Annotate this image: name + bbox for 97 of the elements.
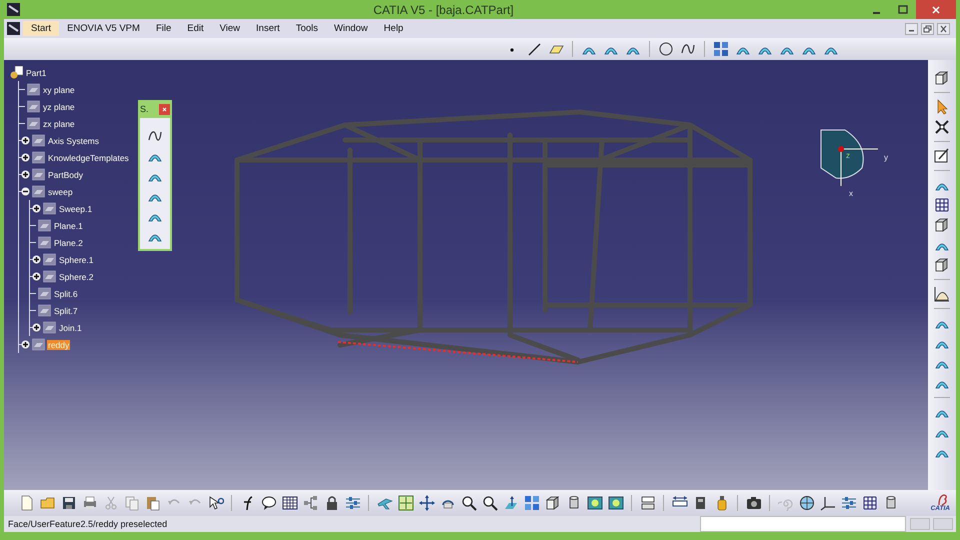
feature-icon [38, 287, 51, 300]
expand-icon[interactable] [21, 170, 30, 179]
app-icon[interactable] [7, 3, 20, 16]
help-icon[interactable] [208, 495, 224, 511]
tree-item[interactable]: Split.6 [53, 288, 79, 298]
feature-icon [32, 185, 45, 198]
camera-icon[interactable] [746, 495, 762, 511]
feature-icon [32, 338, 45, 351]
menu-item[interactable]: Tools [288, 21, 326, 36]
menu-item[interactable]: Window [326, 21, 376, 36]
feature-icon [32, 134, 45, 147]
minimize-icon[interactable] [905, 22, 918, 34]
tree-item[interactable]: sweep [47, 186, 74, 196]
feature-icon [43, 321, 56, 334]
tree-item[interactable]: Sphere.1 [58, 254, 94, 264]
tree-item[interactable]: zx plane [42, 118, 76, 128]
feature-icon [27, 117, 40, 130]
tree-icon[interactable] [302, 495, 318, 511]
printer-icon[interactable] [82, 495, 98, 511]
part-icon [10, 66, 23, 79]
expand-icon[interactable] [21, 136, 30, 145]
box-icon[interactable] [934, 70, 950, 86]
close-icon[interactable] [937, 22, 950, 34]
feature-icon [32, 151, 45, 164]
menu-item[interactable]: ENOVIA V5 VPM [59, 21, 148, 36]
feature-icon [32, 168, 45, 181]
feature-icon [38, 236, 51, 249]
expand-icon[interactable] [32, 255, 41, 264]
tree-item[interactable]: PartBody [47, 170, 84, 180]
cross-icon[interactable] [934, 119, 950, 135]
logo-icon [936, 494, 950, 506]
expand-icon[interactable] [32, 323, 41, 332]
3d-viewport[interactable]: z y x Part1 xy plane yz plane zx plane Axis Systems KnowledgeTemplates PartBody sweep Sweep.1 Plane.1 Plane.2 Sphere.1 Sphere.2 Split.6 Split.7 Join.1 reddy S. [4, 60, 928, 490]
app-icon[interactable] [7, 22, 20, 35]
tree-item[interactable]: Axis Systems [47, 136, 100, 146]
menu-item[interactable]: Help [376, 21, 412, 36]
feature-icon [43, 270, 56, 283]
feature-icon [27, 100, 40, 113]
toolbar-title: S. [140, 104, 149, 114]
shade-icon[interactable] [608, 495, 624, 511]
box-icon[interactable] [544, 495, 560, 511]
maximize-icon[interactable] [898, 4, 908, 14]
sketch-icon[interactable] [934, 148, 950, 164]
tree-item[interactable]: xy plane [42, 84, 76, 94]
tree-item[interactable]: Sweep.1 [58, 204, 94, 214]
menu-item[interactable]: Insert [248, 21, 288, 36]
tree-item[interactable]: KnowledgeTemplates [47, 152, 130, 162]
globe-icon[interactable] [798, 495, 814, 511]
tree-item[interactable]: Sphere.2 [58, 272, 94, 282]
circle-icon[interactable] [658, 41, 674, 57]
menu-item[interactable]: File [148, 21, 180, 36]
feature-icon [27, 83, 40, 96]
compass-drawing[interactable]: z y x [820, 130, 888, 198]
page-icon[interactable] [18, 495, 34, 511]
clipboard-icon[interactable] [144, 495, 160, 511]
expand-icon[interactable] [21, 340, 30, 349]
shade-icon[interactable] [586, 495, 602, 511]
close-icon[interactable] [159, 104, 170, 114]
command-field[interactable] [700, 516, 906, 532]
bubble-icon[interactable] [260, 495, 276, 511]
grid-icon[interactable] [713, 41, 729, 57]
zoom-icon[interactable] [482, 495, 498, 511]
menu-item[interactable]: Start [23, 21, 60, 36]
table-icon[interactable] [282, 495, 298, 511]
expand-icon[interactable] [32, 272, 41, 281]
arrowup-icon[interactable] [502, 495, 518, 511]
menu-item[interactable]: View [212, 21, 248, 36]
box-icon[interactable] [934, 257, 950, 273]
tree-item[interactable]: yz plane [42, 102, 76, 112]
zoom-icon[interactable] [460, 495, 476, 511]
feature-icon [38, 219, 51, 232]
pan-icon[interactable] [418, 495, 434, 511]
tree-item[interactable]: Plane.1 [53, 220, 84, 230]
status-message: Face/UserFeature2.5/reddy preselected [7, 519, 168, 529]
grid-icon[interactable] [524, 495, 540, 511]
tree-item[interactable]: Part1 [25, 68, 48, 78]
tree-item[interactable]: Split.7 [53, 306, 79, 316]
tree-item[interactable]: Plane.2 [53, 238, 84, 248]
feature-icon [43, 253, 56, 266]
feature-icon [43, 202, 56, 215]
graph-icon[interactable] [934, 286, 950, 302]
sliders-icon[interactable] [840, 495, 856, 511]
collapse-icon[interactable] [21, 187, 30, 196]
grid-icon[interactable] [398, 495, 414, 511]
expand-icon[interactable] [32, 204, 41, 213]
window-title: CATIA V5 - [baja.CATPart] [372, 2, 515, 16]
sliders-icon[interactable] [344, 495, 360, 511]
swap-icon[interactable] [640, 495, 656, 511]
expand-icon[interactable] [21, 153, 30, 162]
box-icon[interactable] [934, 217, 950, 233]
restore-icon[interactable] [921, 22, 934, 34]
menu-item[interactable]: Edit [179, 21, 212, 36]
folder-icon[interactable] [40, 495, 56, 511]
feature-icon [38, 304, 51, 317]
tree-item[interactable]: Join.1 [58, 322, 83, 332]
line-icon[interactable] [526, 41, 542, 57]
axis-icon[interactable] [820, 495, 836, 511]
